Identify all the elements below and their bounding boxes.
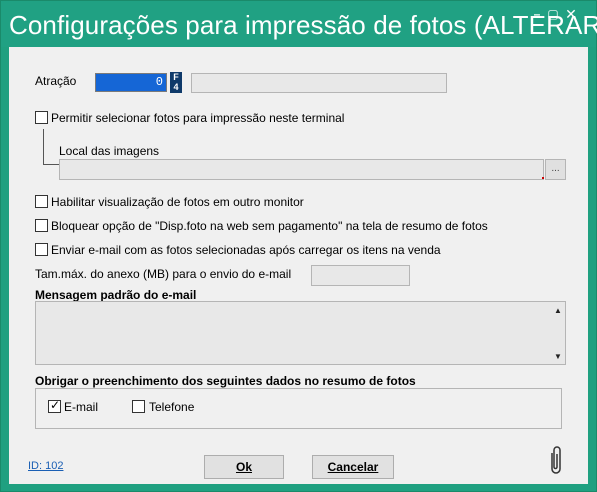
- window-title: Configurações para impressão de fotos (A…: [9, 10, 597, 40]
- attraction-label: Atração: [35, 74, 77, 88]
- required-phone-label: Telefone: [149, 400, 195, 414]
- cancel-button[interactable]: Cancelar: [312, 455, 394, 479]
- title-bar[interactable]: Configurações para impressão de fotos (A…: [1, 1, 597, 47]
- required-marker: [542, 177, 544, 179]
- minimize-button[interactable]: –: [530, 7, 544, 21]
- f4-lookup-label: F4: [171, 72, 181, 92]
- allow-selection-checkbox[interactable]: [35, 111, 48, 124]
- allow-selection-label: Permitir selecionar fotos para impressão…: [51, 111, 345, 125]
- option-checkbox-monitor[interactable]: [35, 195, 48, 208]
- required-email-label: E-mail: [64, 400, 99, 414]
- tree-connector: [43, 129, 44, 165]
- record-id-link[interactable]: ID: 102: [28, 460, 63, 472]
- ok-button-label: Ok: [235, 460, 252, 474]
- f4-lookup-button[interactable]: F4: [170, 72, 182, 93]
- dialog-body: Atração 0 F4 Permitir selecionar fotos p…: [9, 47, 588, 484]
- scroll-down-arrow-icon[interactable]: ▼: [551, 350, 565, 364]
- cancel-button-label: Cancelar: [327, 460, 379, 474]
- attachment-size-label: Tam.máx. do anexo (MB) para o envio do e…: [35, 267, 292, 281]
- required-fields-group: E-mail Telefone: [35, 388, 562, 429]
- images-location-input[interactable]: [59, 159, 544, 180]
- attachment-size-input[interactable]: [311, 265, 410, 286]
- attraction-code-input[interactable]: 0: [95, 73, 167, 92]
- option-label-send-email: Enviar e-mail com as fotos selecionadas …: [51, 243, 441, 257]
- required-fields-label: Obrigar o preenchimento dos seguintes da…: [35, 374, 416, 388]
- default-message-label: Mensagem padrão do e-mail: [35, 288, 197, 302]
- browse-button[interactable]: ...: [545, 159, 566, 180]
- required-phone-checkbox[interactable]: [132, 400, 145, 413]
- tree-connector-branch: [43, 164, 59, 165]
- paperclip-icon[interactable]: [545, 445, 567, 477]
- option-label-block-web: Bloquear opção de "Disp.foto na web sem …: [51, 219, 488, 233]
- images-location-label: Local das imagens: [59, 144, 160, 158]
- dialog-window: Configurações para impressão de fotos (A…: [0, 0, 597, 492]
- close-button[interactable]: ✕: [561, 7, 581, 21]
- ok-button[interactable]: Ok: [204, 455, 284, 479]
- attraction-description-field[interactable]: [191, 73, 447, 93]
- required-email-checkbox[interactable]: [48, 398, 61, 413]
- option-checkbox-block-web[interactable]: [35, 219, 48, 232]
- option-checkbox-send-email[interactable]: [35, 243, 48, 256]
- scroll-up-arrow-icon[interactable]: ▲: [551, 304, 565, 318]
- default-message-textarea[interactable]: ▲ ▼: [35, 301, 566, 365]
- maximize-button[interactable]: ▢: [546, 7, 560, 21]
- option-label-monitor: Habilitar visualização de fotos em outro…: [51, 195, 304, 209]
